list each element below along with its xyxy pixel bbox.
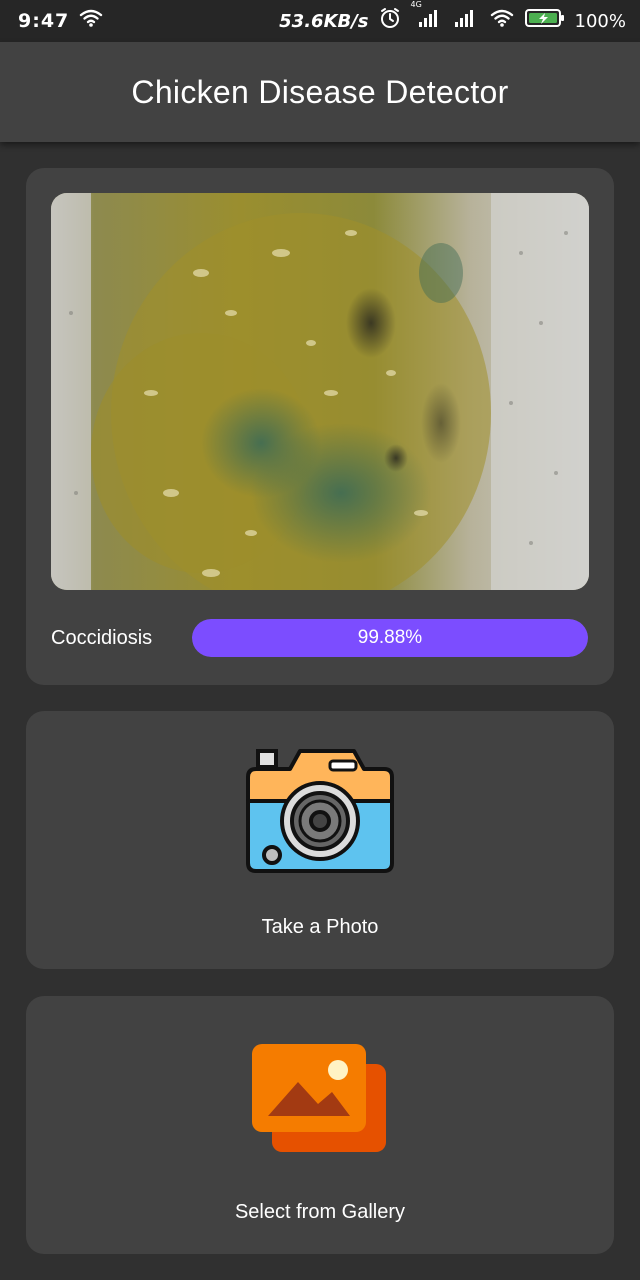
select-gallery-label: Select from Gallery <box>234 1201 406 1223</box>
battery-percent: 100% <box>574 10 626 32</box>
wifi-icon <box>489 8 515 34</box>
camera-icon <box>244 747 396 880</box>
prediction-row: Coccidiosis 99.88% <box>51 618 589 658</box>
battery-charging-icon <box>524 8 565 34</box>
network-type: 4G <box>410 0 422 9</box>
confidence-value: 99.88% <box>357 627 423 648</box>
signal-icon: 4G <box>411 0 443 34</box>
status-time: 9:47 <box>18 10 70 32</box>
wifi-icon <box>79 8 103 34</box>
app-bar: Chicken Disease Detector <box>0 42 640 142</box>
alarm-icon <box>379 7 401 35</box>
signal-icon <box>453 8 479 34</box>
take-photo-label: Take a Photo <box>261 916 379 938</box>
disease-label: Coccidiosis <box>51 626 153 649</box>
gallery-icon <box>252 1044 388 1159</box>
result-card: Coccidiosis 99.88% <box>26 168 614 685</box>
select-gallery-button[interactable]: Select from Gallery <box>26 996 614 1254</box>
confidence-bar: 99.88% <box>192 619 588 657</box>
take-photo-button[interactable]: Take a Photo <box>26 711 614 969</box>
page-title: Chicken Disease Detector <box>131 73 509 110</box>
status-bar: 9:47 53.6KB/s 4G 100% <box>0 0 640 42</box>
sample-photo <box>51 193 589 590</box>
network-speed: 53.6KB/s <box>279 10 369 32</box>
